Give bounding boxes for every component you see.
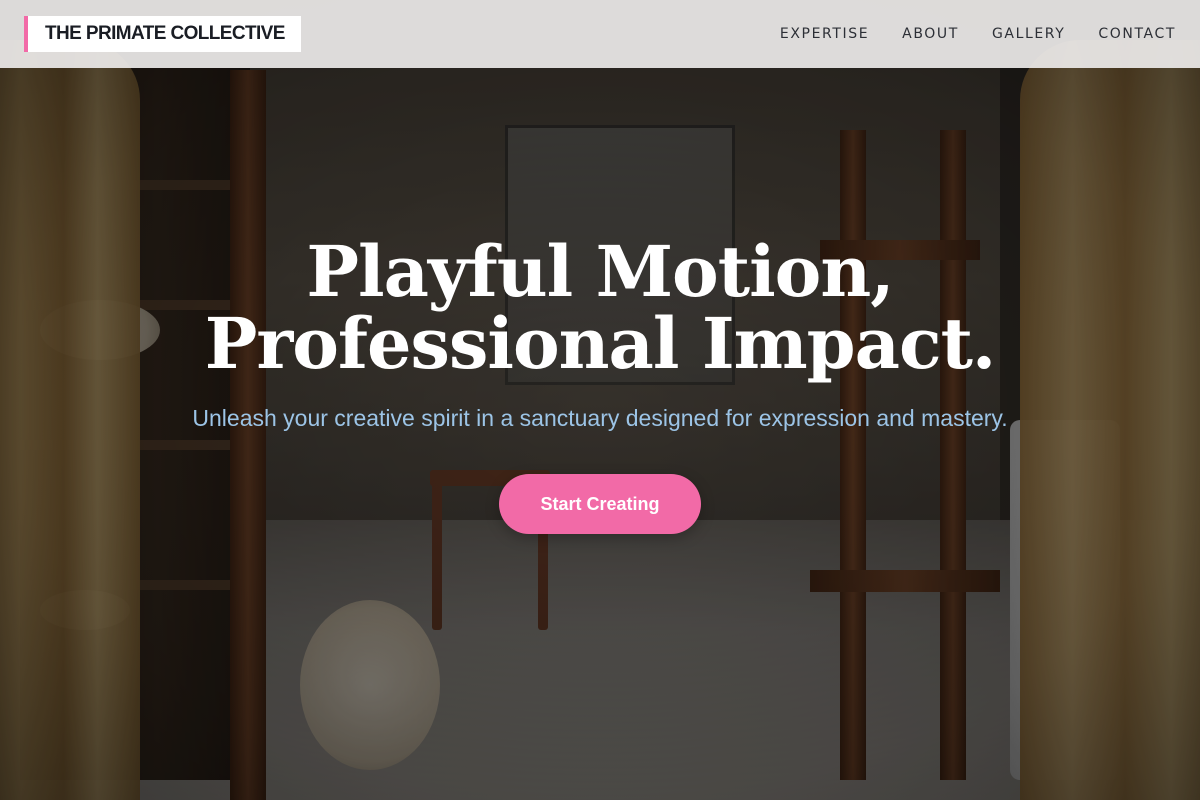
start-creating-button[interactable]: Start Creating: [499, 474, 701, 534]
hero-headline-line2: Professional Impact.: [204, 302, 997, 385]
hero-content: Playful Motion, Professional Impact. Unl…: [0, 0, 1200, 800]
nav-link-expertise[interactable]: EXPERTISE: [780, 26, 869, 42]
site-logo[interactable]: THE PRIMATE COLLECTIVE: [24, 16, 301, 52]
hero-headline-line1: Playful Motion,: [306, 230, 894, 313]
site-header: THE PRIMATE COLLECTIVE EXPERTISE ABOUT G…: [0, 0, 1200, 68]
main-nav: EXPERTISE ABOUT GALLERY CONTACT: [780, 26, 1176, 42]
hero-headline: Playful Motion, Professional Impact.: [204, 230, 997, 385]
nav-link-gallery[interactable]: GALLERY: [992, 26, 1065, 42]
nav-link-about[interactable]: ABOUT: [902, 26, 959, 42]
nav-link-contact[interactable]: CONTACT: [1098, 26, 1176, 42]
hero-subtitle: Unleash your creative spirit in a sanctu…: [192, 405, 1008, 431]
